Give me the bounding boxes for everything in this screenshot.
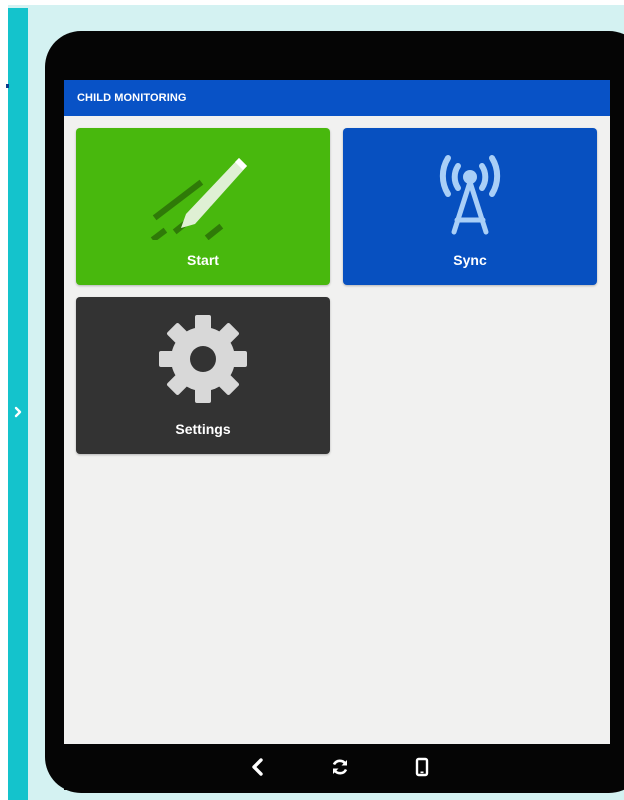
start-label: Start bbox=[187, 252, 219, 268]
side-marker bbox=[6, 84, 9, 88]
sync-label: Sync bbox=[453, 252, 487, 268]
start-tile[interactable]: Start bbox=[76, 128, 330, 285]
device-button[interactable] bbox=[409, 754, 435, 780]
page: CHILD MONITORING Start Sync Settings bbox=[0, 0, 624, 800]
pencil-icon-wrap bbox=[76, 148, 330, 240]
top-divider bbox=[0, 0, 624, 5]
device-nav-bar bbox=[64, 744, 610, 790]
refresh-icon bbox=[332, 759, 348, 775]
device-screen: CHILD MONITORING Start Sync Settings bbox=[64, 80, 610, 744]
app-bar: CHILD MONITORING bbox=[64, 80, 610, 116]
gear-icon-wrap bbox=[76, 311, 330, 407]
antenna-icon bbox=[439, 155, 501, 235]
refresh-button[interactable] bbox=[327, 754, 353, 780]
gear-icon bbox=[159, 315, 247, 403]
settings-label: Settings bbox=[175, 421, 231, 437]
back-button[interactable] bbox=[245, 754, 271, 780]
sync-tile[interactable]: Sync bbox=[343, 128, 597, 285]
app-title: CHILD MONITORING bbox=[77, 92, 187, 104]
side-panel-toggle[interactable] bbox=[8, 398, 28, 426]
back-icon bbox=[252, 758, 263, 776]
antenna-icon-wrap bbox=[343, 146, 597, 236]
chevron-right-icon bbox=[14, 406, 22, 418]
pencil-icon bbox=[150, 158, 247, 240]
settings-tile[interactable]: Settings bbox=[76, 297, 330, 454]
left-margin bbox=[0, 0, 8, 800]
device-icon bbox=[415, 757, 429, 777]
